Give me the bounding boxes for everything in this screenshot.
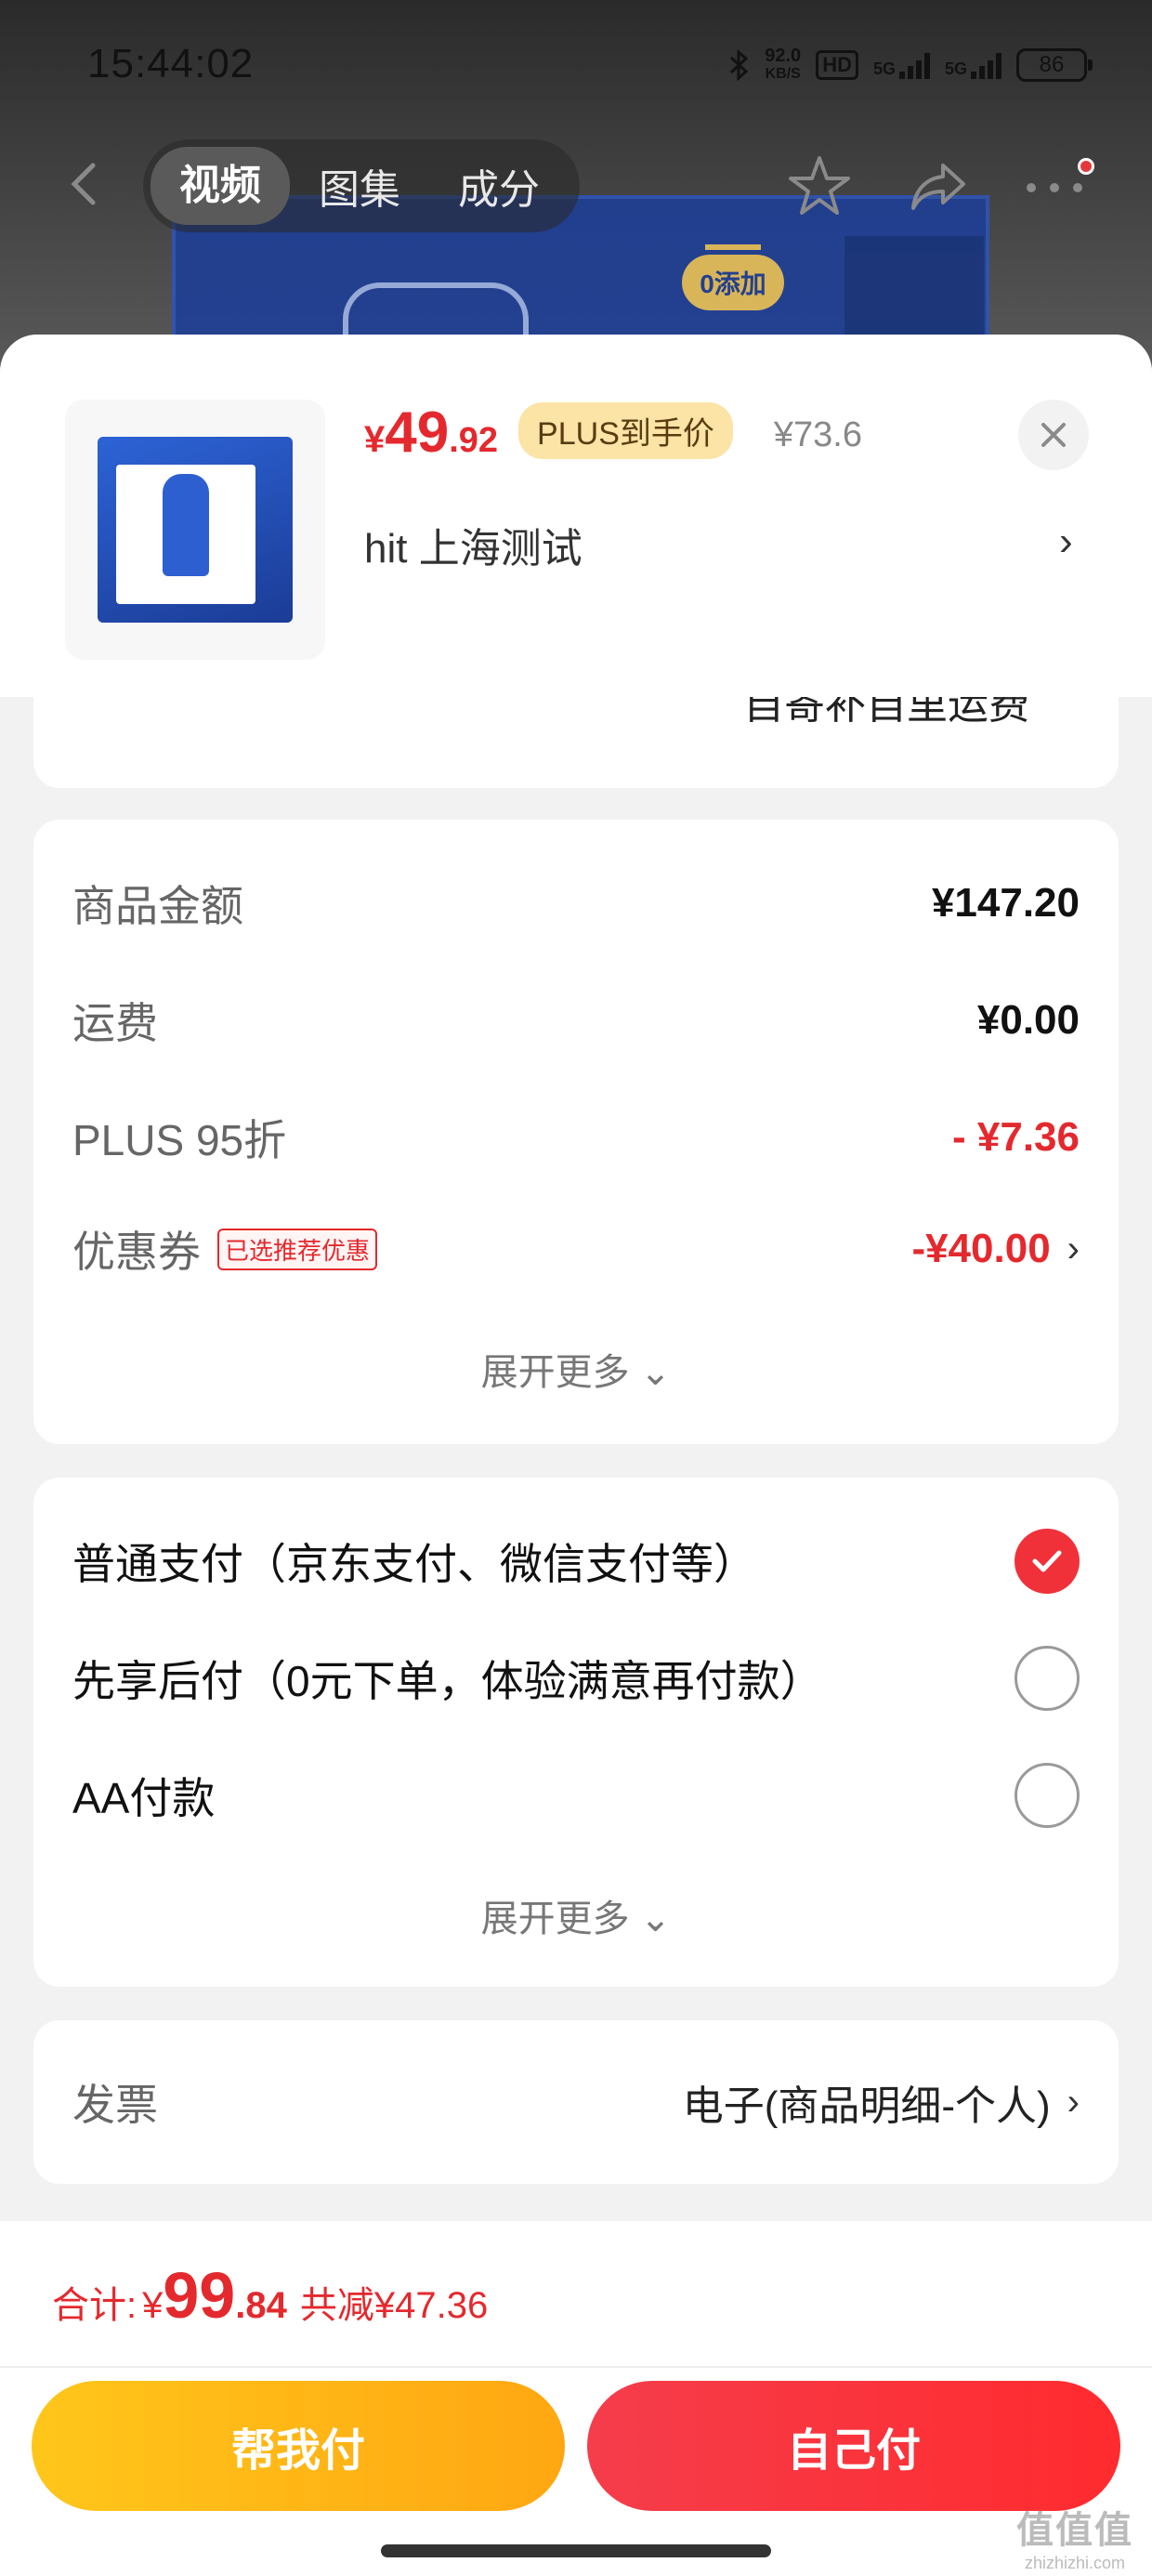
- payment-option-label: 先享后付（0元下单，体验满意再付款）: [72, 1657, 823, 1705]
- shipping-note-text: 自寄补自里运费: [743, 697, 1029, 728]
- summary-value: - ¥7.36: [952, 1114, 1080, 1160]
- plus-price-tag: PLUS到手价: [518, 402, 733, 459]
- summary-value: ¥147.20: [931, 880, 1080, 926]
- payment-option-normal[interactable]: 普通支付（京东支付、微信支付等）: [72, 1524, 1080, 1598]
- back-arrow-icon[interactable]: [59, 158, 111, 210]
- total-decimal: .84: [235, 2285, 287, 2326]
- invoice-value: 电子(商品明细-个人): [682, 2083, 1051, 2129]
- price-decimal: .92: [449, 421, 499, 460]
- signal-1: 5G: [873, 51, 930, 79]
- favorite-star-icon[interactable]: [785, 152, 854, 221]
- coupon-value-group: -¥40.00 ›: [911, 1226, 1080, 1272]
- summary-value: ¥0.00: [976, 997, 1080, 1043]
- summary-row-shipping: 运费 ¥0.00: [72, 992, 1080, 1048]
- price-integer: 49: [385, 401, 450, 465]
- payment-option-aa[interactable]: AA付款: [72, 1758, 1080, 1833]
- summary-value: -¥40.00: [911, 1226, 1051, 1271]
- checkmark-icon: [1032, 1550, 1062, 1572]
- total-integer: 99: [163, 2259, 236, 2332]
- status-bar: 15:44:02 92.0 KB/S HD 5G 5G 86: [0, 0, 1152, 139]
- payment-radio[interactable]: [1015, 1646, 1080, 1711]
- payment-expand-more[interactable]: 展开更多 ⌄: [33, 1888, 1119, 1942]
- total-label: 合计:: [52, 2285, 137, 2326]
- payment-method-card: 普通支付（京东支付、微信支付等） 先享后付（0元下单，体验满意再付款） AA付款…: [33, 1478, 1119, 1987]
- watermark-text: 值值值: [1016, 2510, 1133, 2551]
- tab-ingredients[interactable]: 成分: [429, 156, 569, 216]
- battery-icon: 86: [1016, 48, 1093, 82]
- network-speed-value: 92.0: [765, 46, 802, 66]
- price-currency: ¥: [364, 419, 386, 460]
- invoice-label: 发票: [72, 2081, 158, 2129]
- invoice-chevron-icon: ›: [1067, 2081, 1080, 2123]
- help-me-pay-button[interactable]: 帮我付: [32, 2381, 565, 2511]
- signal-2: 5G: [945, 51, 1001, 79]
- watermark-logo: 值值值 zhizhizhi.com: [1016, 2500, 1133, 2573]
- shipping-info-card: 自寄补自里运费: [33, 697, 1119, 788]
- payment-option-label: AA付款: [72, 1774, 216, 1822]
- product-summary-header: ¥ 49 .92 PLUS到手价 ¥73.6 hit 上海测试 ›: [0, 335, 1152, 697]
- signal-bars-icon: [971, 51, 1001, 79]
- total-saved: 共减¥47.36: [299, 2285, 489, 2326]
- total-currency: ¥: [142, 2285, 164, 2326]
- network-speed: 92.0 KB/S: [765, 46, 801, 84]
- product-box-thumbnail-image: [98, 437, 293, 623]
- hd-icon: HD: [816, 50, 858, 80]
- signal-2-label: 5G: [944, 59, 967, 78]
- bluetooth-icon: [730, 49, 749, 81]
- total-row: 合计: ¥ 99 .84 共减¥47.36: [52, 2258, 488, 2333]
- payment-option-label: 普通支付（京东支付、微信支付等）: [72, 1540, 756, 1588]
- more-dots-icon[interactable]: [1022, 178, 1087, 197]
- summary-label: PLUS 95折: [72, 1116, 287, 1164]
- tab-video[interactable]: 视频: [151, 147, 290, 225]
- summary-row-plus-discount: PLUS 95折 - ¥7.36: [72, 1110, 1080, 1165]
- summary-label: 优惠券: [72, 1228, 201, 1276]
- signal-1-label: 5G: [872, 59, 896, 78]
- price-row: ¥ 49 .92 PLUS到手价 ¥73.6: [364, 400, 862, 467]
- original-price: ¥73.6: [773, 415, 862, 454]
- checkout-bottom-bar: 合计: ¥ 99 .84 共减¥47.36 帮我付 自己付 值值值 zhizhi…: [0, 2221, 1152, 2576]
- recommended-coupon-tag: 已选推荐优惠: [217, 1228, 378, 1270]
- coupon-chevron-icon: ›: [1067, 1228, 1080, 1269]
- shipping-address[interactable]: hit 上海测试: [364, 515, 583, 574]
- address-chevron-icon[interactable]: ›: [1059, 519, 1073, 565]
- payment-radio[interactable]: [1015, 1763, 1080, 1828]
- tab-gallery[interactable]: 图集: [290, 156, 429, 216]
- network-speed-unit: KB/S: [765, 66, 801, 82]
- divider: [0, 2366, 1152, 2368]
- home-indicator[interactable]: [381, 2544, 771, 2557]
- status-time: 15:44:02: [87, 41, 255, 86]
- invoice-row[interactable]: 发票 电子(商品明细-个人) ›: [72, 2074, 1080, 2130]
- summary-row-coupon[interactable]: 优惠券 已选推荐优惠 -¥40.00 ›: [72, 1221, 1080, 1277]
- invoice-value-group: 电子(商品明细-个人) ›: [683, 2072, 1080, 2132]
- zero-additive-badge: 0添加: [682, 255, 784, 310]
- summary-label: 运费: [72, 999, 158, 1047]
- summary-expand-more[interactable]: 展开更多 ⌄: [33, 1342, 1119, 1396]
- close-icon: [1041, 423, 1066, 447]
- watermark-url: zhizhizhi.com: [1024, 2554, 1126, 2572]
- share-icon[interactable]: [906, 154, 971, 219]
- summary-row-goods-amount: 商品金额 ¥147.20: [72, 875, 1080, 931]
- product-nav-bar: 视频 图集 成分: [0, 139, 1152, 232]
- payment-radio-checked[interactable]: [1015, 1529, 1080, 1594]
- pay-myself-button[interactable]: 自己付: [587, 2381, 1120, 2511]
- status-icons: 92.0 KB/S HD 5G 5G 86: [729, 46, 1093, 84]
- coupon-label-group: 优惠券 已选推荐优惠: [72, 1218, 378, 1280]
- notification-dot: [1078, 158, 1094, 175]
- close-button[interactable]: [1018, 400, 1089, 470]
- media-tabs: 视频 图集 成分: [143, 139, 580, 232]
- summary-label: 商品金额: [72, 882, 243, 930]
- payment-option-pay-later[interactable]: 先享后付（0元下单，体验满意再付款）: [72, 1641, 1080, 1715]
- invoice-card[interactable]: 发票 电子(商品明细-个人) ›: [33, 2020, 1119, 2184]
- signal-bars-icon: [898, 51, 930, 79]
- price-summary-card: 商品金额 ¥147.20 运费 ¥0.00 PLUS 95折 - ¥7.36 优…: [33, 820, 1119, 1444]
- product-thumbnail: [65, 400, 325, 660]
